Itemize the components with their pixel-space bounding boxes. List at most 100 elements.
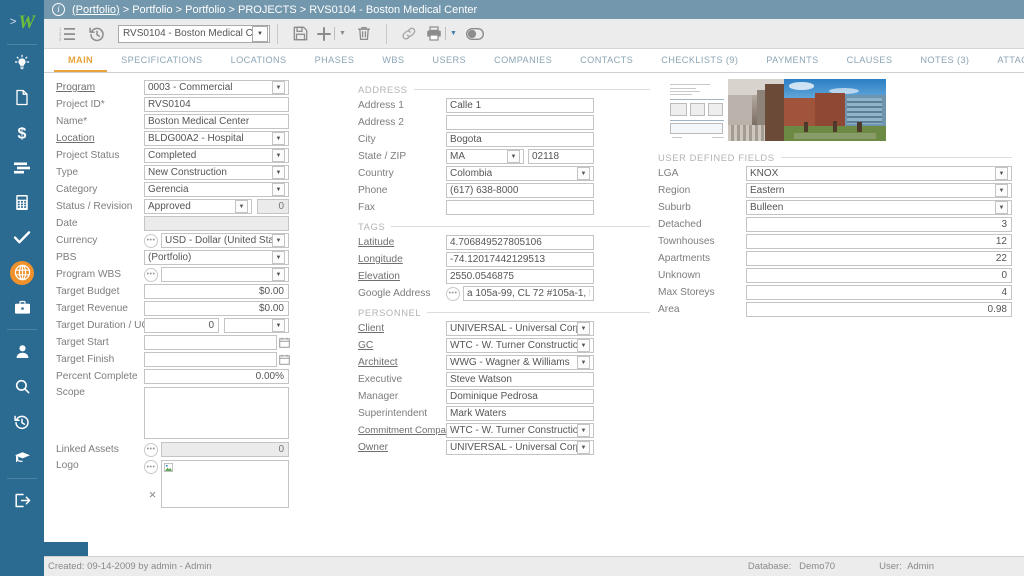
add-dropdown-caret[interactable]: ▼ (336, 30, 349, 37)
sidebar-collapse-icon[interactable]: > (10, 16, 16, 28)
input-target-uom[interactable]: ▼ (224, 318, 289, 333)
sidebar-item-approvals[interactable] (0, 220, 44, 255)
chevron-down-icon[interactable]: ▼ (235, 200, 248, 213)
program-wbs-browse-icon[interactable]: ••• (144, 267, 158, 282)
delete-button[interactable] (349, 20, 379, 48)
project-selector[interactable]: RVS0104 - Boston Medical Center ▼ (118, 24, 270, 43)
chevron-down-icon[interactable]: ▼ (995, 201, 1008, 214)
input-longitude[interactable]: -74.12017442129513 (446, 252, 594, 267)
print-button[interactable] (424, 20, 444, 48)
label-longitude[interactable]: Longitude (358, 254, 446, 265)
input-detached[interactable]: 3 (746, 217, 1012, 232)
tab-clauses[interactable]: CLAUSES (833, 49, 907, 72)
input-phone[interactable]: (617) 638-8000 (446, 183, 594, 198)
toolbar-history-icon[interactable] (82, 20, 112, 48)
input-state[interactable]: MA ▼ (446, 149, 524, 164)
tab-notes[interactable]: NOTES (3) (906, 49, 983, 72)
tab-companies[interactable]: COMPANIES (480, 49, 566, 72)
input-pbs[interactable]: (Portfolio) ▼ (144, 250, 289, 265)
input-target-start[interactable] (144, 335, 277, 350)
label-owner[interactable]: Owner (358, 442, 446, 453)
input-area[interactable]: 0.98 (746, 302, 1012, 317)
input-currency[interactable]: USD - Dollar (United States of Ameri ▼ (161, 233, 289, 248)
label-program[interactable]: Program (56, 82, 144, 93)
input-scope[interactable] (144, 387, 289, 439)
sidebar-item-documents[interactable] (0, 80, 44, 115)
sidebar-item-finance[interactable]: $ (0, 115, 44, 150)
sidebar-item-history[interactable] (0, 404, 44, 439)
breadcrumb-root-link[interactable]: (Portfolio) (72, 4, 120, 16)
google-address-browse-icon[interactable]: ••• (446, 286, 460, 301)
input-executive[interactable]: Steve Watson (446, 372, 594, 387)
input-architect[interactable]: WWG - Wagner & Williams ▼ (446, 355, 594, 370)
linked-assets-browse-icon[interactable]: ••• (144, 442, 158, 457)
chevron-down-icon[interactable]: ▼ (507, 150, 520, 163)
tab-specifications[interactable]: SPECIFICATIONS (107, 49, 217, 72)
sidebar-item-portfolio[interactable] (0, 290, 44, 325)
chevron-down-icon[interactable]: ▼ (272, 251, 285, 264)
sidebar-item-logout[interactable] (0, 483, 44, 518)
input-project-status[interactable]: Completed ▼ (144, 148, 289, 163)
exterior-photo-thumbnail[interactable] (784, 79, 886, 141)
sidebar-item-training[interactable] (0, 439, 44, 474)
tab-payments[interactable]: PAYMENTS (752, 49, 832, 72)
input-target-budget[interactable]: $0.00 (144, 284, 289, 299)
tab-locations[interactable]: LOCATIONS (217, 49, 301, 72)
input-max-storeys[interactable]: 4 (746, 285, 1012, 300)
input-type[interactable]: New Construction ▼ (144, 165, 289, 180)
chevron-down-icon[interactable]: ▼ (272, 166, 285, 179)
input-fax[interactable] (446, 200, 594, 215)
label-location[interactable]: Location (56, 133, 144, 144)
input-percent-complete[interactable]: 0.00% (144, 369, 289, 384)
interior-photo-thumbnail[interactable] (728, 79, 784, 141)
brand-logo[interactable]: > W (0, 0, 44, 44)
input-target-finish[interactable] (144, 352, 277, 367)
chevron-down-icon[interactable]: ▼ (995, 167, 1008, 180)
input-address2[interactable] (446, 115, 594, 130)
chevron-down-icon[interactable]: ▼ (272, 234, 285, 247)
sidebar-item-search[interactable] (0, 369, 44, 404)
input-program[interactable]: 0003 - Commercial ▼ (144, 80, 289, 95)
input-category[interactable]: Gerencia ▼ (144, 182, 289, 197)
document-thumbnail[interactable] (666, 79, 728, 141)
label-gc[interactable]: GC (358, 340, 446, 351)
label-latitude[interactable]: Latitude (358, 237, 446, 248)
chevron-down-icon[interactable]: ▼ (272, 319, 285, 332)
input-project-id[interactable]: RVS0104 (144, 97, 289, 112)
chevron-down-icon[interactable]: ▼ (577, 424, 590, 437)
chevron-down-icon[interactable]: ▼ (577, 339, 590, 352)
input-gc[interactable]: WTC - W. Turner Construction ▼ (446, 338, 594, 353)
input-townhouses[interactable]: 12 (746, 234, 1012, 249)
input-elevation[interactable]: 2550.0546875 (446, 269, 594, 284)
chevron-down-icon[interactable]: ▼ (272, 81, 285, 94)
input-region[interactable]: Eastern ▼ (746, 183, 1012, 198)
chevron-down-icon[interactable]: ▼ (577, 441, 590, 454)
chevron-down-icon[interactable]: ▼ (577, 356, 590, 369)
tab-attachments[interactable]: ATTACHMENTS (4) (983, 49, 1024, 72)
tab-wbs[interactable]: WBS (368, 49, 418, 72)
tab-users[interactable]: USERS (418, 49, 480, 72)
tab-contacts[interactable]: CONTACTS (566, 49, 647, 72)
calendar-icon[interactable] (279, 337, 290, 348)
input-target-revenue[interactable]: $0.00 (144, 301, 289, 316)
input-superintendent[interactable]: Mark Waters (446, 406, 594, 421)
label-commitment-company[interactable]: Commitment Company (358, 425, 456, 436)
chevron-down-icon[interactable]: ▼ (995, 184, 1008, 197)
save-button[interactable] (285, 20, 315, 48)
tab-checklists[interactable]: CHECKLISTS (9) (647, 49, 752, 72)
tab-main[interactable]: MAIN (54, 49, 108, 72)
input-suburb[interactable]: Bulleen ▼ (746, 200, 1012, 215)
chevron-down-icon[interactable]: ▼ (272, 268, 285, 281)
sidebar-item-account[interactable] (0, 334, 44, 369)
list-icon[interactable]: 123 (52, 20, 82, 48)
label-architect[interactable]: Architect (358, 357, 446, 368)
input-address1[interactable]: Calle 1 (446, 98, 594, 113)
logo-preview[interactable] (161, 460, 289, 508)
logo-clear-button[interactable]: × (149, 488, 157, 501)
input-client[interactable]: UNIVERSAL - Universal Corporation ▼ (446, 321, 594, 336)
input-program-wbs[interactable]: ▼ (161, 267, 289, 282)
chevron-down-icon[interactable]: ▼ (272, 132, 285, 145)
input-country[interactable]: Colombia ▼ (446, 166, 594, 181)
chevron-down-icon[interactable]: ▼ (577, 322, 590, 335)
label-client[interactable]: Client (358, 323, 446, 334)
